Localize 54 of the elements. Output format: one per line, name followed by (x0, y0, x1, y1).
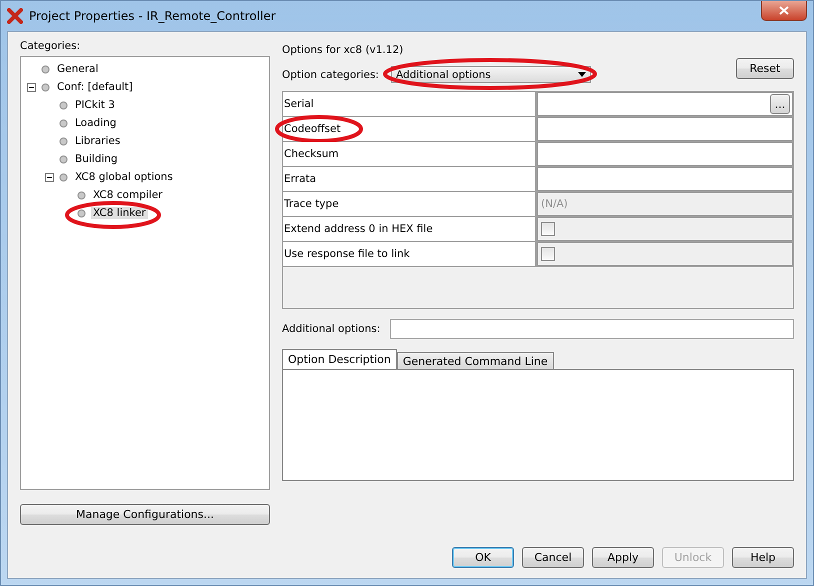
property-name: Use response file to link (284, 248, 410, 260)
dialog-button[interactable]: Apply (592, 547, 654, 568)
option-categories-dropdown[interactable]: Additional options (390, 66, 591, 83)
node-dot-icon (59, 136, 68, 146)
dialog-button[interactable]: Help (732, 547, 794, 568)
collapse-icon[interactable] (27, 82, 36, 92)
tree-item[interactable]: XC8 linker (91, 207, 148, 219)
option-categories-label: Option categories: (282, 68, 379, 80)
property-name: Extend address 0 in HEX file (284, 223, 433, 235)
tree-item[interactable]: Conf: [default] (55, 81, 135, 93)
dialog-button[interactable]: Cancel (522, 547, 584, 568)
value-field[interactable] (537, 167, 793, 191)
close-icon (779, 6, 789, 15)
reset-button[interactable]: Reset (736, 58, 794, 79)
close-button[interactable] (761, 1, 807, 21)
node-dot-icon (59, 118, 68, 128)
manage-configurations-button[interactable]: Manage Configurations... (20, 504, 270, 525)
browse-button[interactable]: ... (770, 94, 790, 114)
tree-item[interactable]: General (55, 63, 100, 75)
value-field[interactable] (537, 117, 793, 141)
options-title: Options for xc8 (v1.12) (282, 44, 404, 56)
property-name: Codeoffset (284, 123, 341, 135)
tab[interactable]: Generated Command Line (396, 352, 554, 369)
node-dot-icon (77, 208, 86, 218)
window-title: Project Properties - IR_Remote_Controller (29, 9, 276, 23)
node-dot-icon (59, 172, 68, 182)
tree-item[interactable]: Building (73, 153, 120, 165)
tab[interactable]: Option Description (282, 349, 397, 369)
collapse-icon[interactable] (45, 172, 54, 182)
node-dot-icon (59, 154, 68, 164)
checkbox[interactable] (541, 222, 555, 236)
dropdown-arrow-icon (578, 72, 586, 77)
checkbox[interactable] (541, 247, 555, 261)
additional-options-label: Additional options: (282, 323, 380, 335)
additional-options-field[interactable] (390, 319, 794, 339)
property-name: Serial (284, 98, 314, 110)
property-name: Errata (284, 173, 316, 185)
tree-item[interactable]: PICkit 3 (73, 99, 117, 111)
dialog-button[interactable]: OK (452, 547, 514, 568)
node-dot-icon (41, 82, 50, 92)
value-field[interactable]: ... (537, 92, 793, 116)
node-dot-icon (77, 190, 86, 200)
tree-item[interactable]: XC8 compiler (91, 189, 164, 201)
node-dot-icon (59, 100, 68, 110)
property-name: Trace type (284, 198, 339, 210)
tree-item[interactable]: Loading (73, 117, 118, 129)
app-logo-icon (7, 8, 23, 24)
property-name: Checksum (284, 148, 339, 160)
tree-item[interactable]: Libraries (73, 135, 122, 147)
tree-item[interactable]: XC8 global options (73, 171, 175, 183)
value-text: (N/A) (541, 198, 568, 210)
value-field[interactable] (537, 142, 793, 166)
node-dot-icon (41, 64, 50, 74)
categories-label: Categories: (20, 40, 82, 52)
